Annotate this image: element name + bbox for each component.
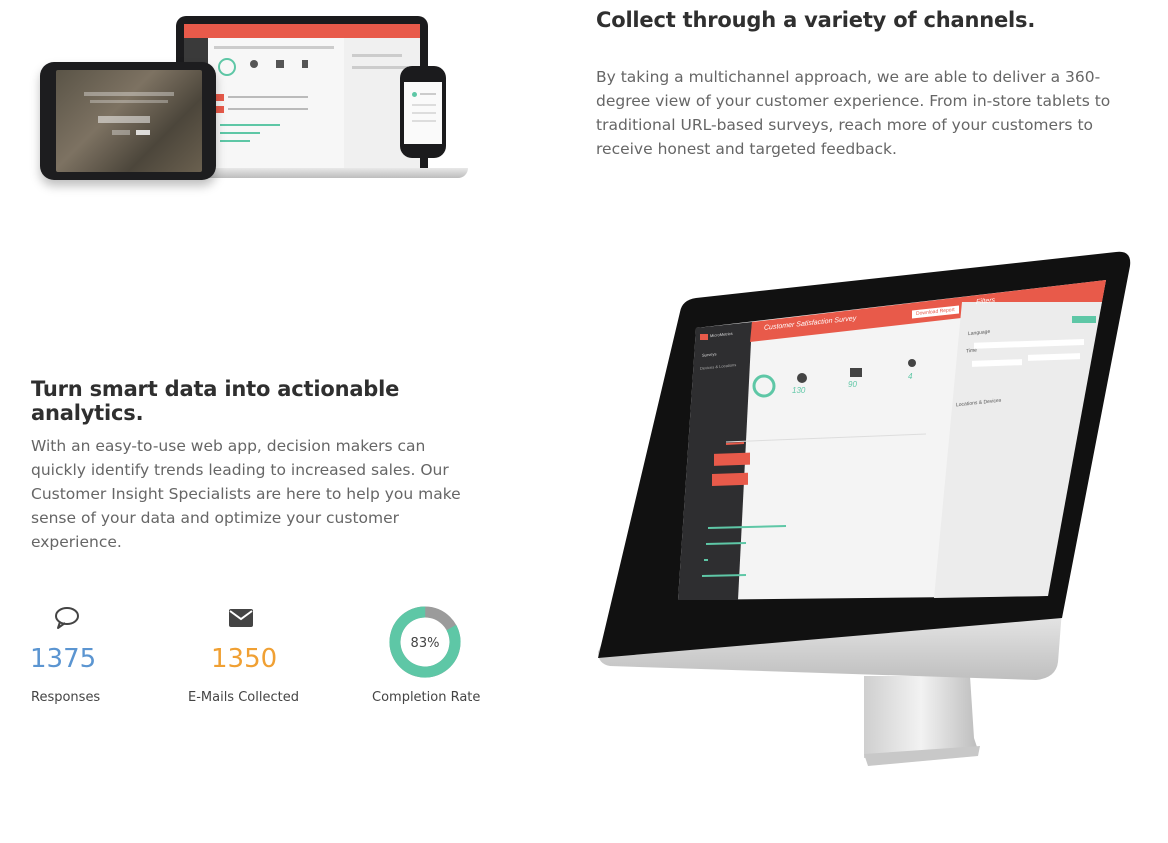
screen-filters-label: Filters bbox=[976, 296, 996, 307]
monitor-image: Customer Satisfaction Survey Download Re… bbox=[596, 250, 1136, 770]
section-heading: Turn smart data into actionable analytic… bbox=[31, 377, 400, 425]
stat-label: Responses bbox=[31, 690, 101, 705]
donut-value: 83% bbox=[411, 636, 440, 651]
donut-chart: 83% bbox=[389, 606, 461, 678]
screen-metric-value: 4 bbox=[908, 372, 913, 381]
section-paragraph: With an easy-to-use web app, decision ma… bbox=[31, 437, 461, 551]
screen-download-button[interactable]: Download Report bbox=[912, 305, 959, 319]
tablet bbox=[40, 62, 216, 180]
screen-filter-time: Time bbox=[966, 347, 977, 355]
screen-metric-value: 90 bbox=[848, 380, 857, 389]
section-paragraph: By taking a multichannel approach, we ar… bbox=[596, 68, 1111, 158]
screen-nav-item[interactable]: Surveys bbox=[702, 351, 716, 358]
stat-completion: 83% Completion Rate bbox=[368, 604, 488, 716]
stat-value: 1375 bbox=[30, 644, 97, 674]
screen-filter-language: Language bbox=[968, 328, 991, 338]
stat-value: 1350 bbox=[211, 644, 278, 674]
stat-responses: 1375 Responses bbox=[30, 606, 110, 716]
phone bbox=[400, 66, 446, 158]
screen-filter-locations: Locations & Devices bbox=[956, 397, 1002, 409]
section-heading: Collect through a variety of channels. bbox=[596, 8, 1036, 32]
envelope-icon bbox=[229, 609, 253, 627]
screen-nav-item[interactable]: Devices & Locations bbox=[700, 362, 736, 371]
stat-label: E-Mails Collected bbox=[188, 690, 299, 705]
speech-bubble-icon bbox=[55, 607, 79, 629]
stat-label: Completion Rate bbox=[372, 690, 481, 705]
stat-emails: 1350 E-Mails Collected bbox=[186, 606, 306, 716]
devices-image bbox=[38, 14, 470, 184]
screen-title: Customer Satisfaction Survey bbox=[764, 315, 857, 332]
screen-app-name: MicroMetrics bbox=[710, 330, 733, 339]
screen-metric-value: 130 bbox=[792, 386, 806, 395]
